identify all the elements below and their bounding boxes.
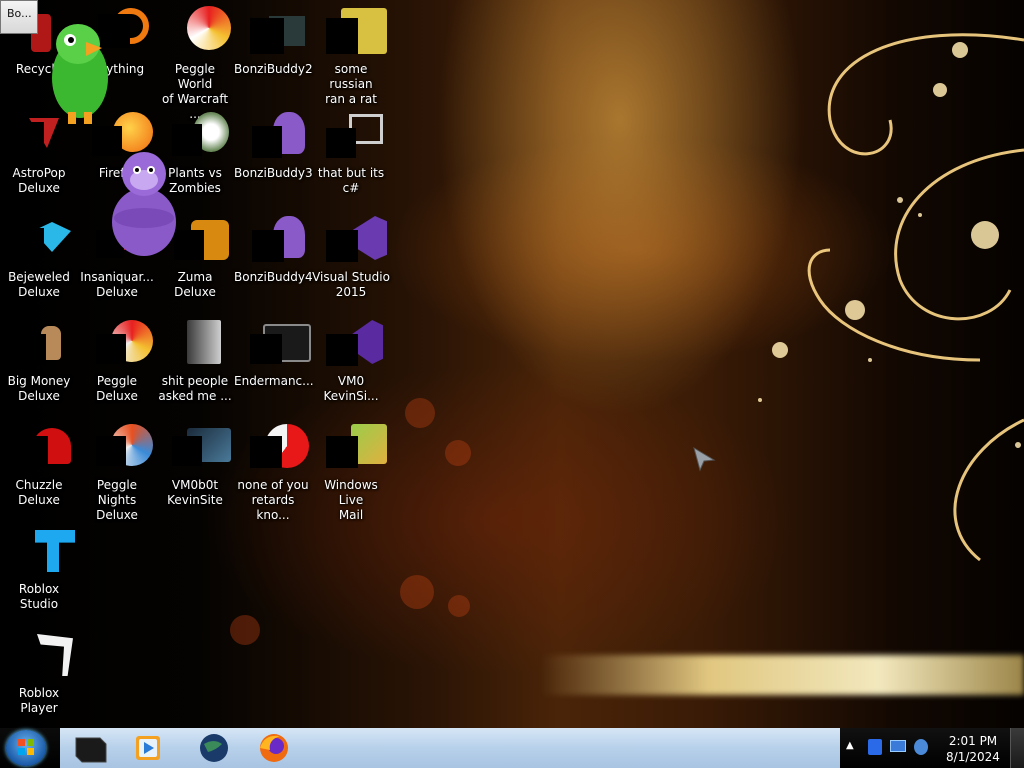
bokeh-light [405,398,435,428]
desktop-icon-roblox-player[interactable]: Roblox Player [0,630,78,728]
desktop-icon-bonzibuddy3[interactable]: BonziBuddy3 [234,110,313,210]
redaction-block [14,122,44,152]
tray-network-icon[interactable] [914,739,928,755]
desktop-background[interactable]: Recycle AstroPop Deluxe Bejeweled Deluxe… [0,0,1024,728]
folder-icon [187,320,221,364]
desktop-icon-vm0-kevinsite[interactable]: VM0 KevinSi... [312,318,390,418]
desktop-icon-peggle-world-of-warcraft[interactable]: Peggle World of Warcraft ... [156,6,234,121]
notification-label: Bo... [7,7,32,20]
bokeh-light [445,440,471,466]
tray-monitor-icon[interactable] [890,740,906,752]
redaction-block [18,334,46,364]
redaction-block [96,436,126,466]
taskbar-glass-strip [60,728,840,768]
bokeh-light [400,575,434,609]
redaction-block [252,126,282,158]
redaction-block [326,230,358,262]
taskbar-app-windows-media-player[interactable] [124,730,172,766]
start-button[interactable] [6,730,46,766]
redaction-block [326,436,358,468]
redaction-block [250,436,282,468]
roblox-studio-icon [35,530,75,572]
globe-icon [200,734,228,762]
tray-shield-icon[interactable] [868,739,882,755]
redaction-block [326,334,358,366]
windows-logo-icon [18,739,34,755]
taskbar-app-earth-globe[interactable] [190,730,238,766]
taskbar-clock[interactable]: 2:01 PM 8/1/2024 [940,733,1006,765]
taskbar-app-firefox[interactable] [250,730,298,766]
redaction-block [250,334,282,364]
peggle-wow-icon [187,6,231,50]
redaction-block [326,18,358,54]
bokeh-light [230,615,260,645]
desktop-icon-that-but-its-csharp[interactable]: that but its c# [312,110,390,210]
firefox-icon [260,734,288,762]
mouse-cursor [693,446,716,472]
wallpaper-light-beam [540,655,1024,695]
desktop-icon-visual-studio-2015[interactable]: Visual Studio 2015 [312,214,390,314]
redaction-block [18,228,44,258]
redaction-block [250,18,284,54]
desktop-icon-big-money-deluxe[interactable]: Big Money Deluxe [0,318,78,418]
redaction-block [252,230,284,262]
roblox-player-icon [37,634,73,676]
clock-date: 8/1/2024 [946,750,1000,764]
desktop-icon-roblox-studio[interactable]: Roblox Studio [0,526,78,626]
show-desktop-button[interactable] [1010,728,1024,768]
clock-time: 2:01 PM [948,734,998,748]
desktop-icon-peggle-deluxe[interactable]: Peggle Deluxe [78,318,156,418]
green-parrot-character[interactable] [40,16,120,126]
media-player-icon [136,736,160,760]
desktop-icon-bonzibuddy4[interactable]: BonziBuddy4 [234,214,313,314]
desktop-icon-endermanch[interactable]: Endermanc... [234,318,314,418]
bokeh-light [448,595,470,617]
bonzi-buddy-character[interactable] [100,148,186,260]
black-box-icon [75,737,107,763]
show-hidden-icons-arrow-icon[interactable]: ▲ [846,740,854,751]
desktop-icon-shit-people-asked-me[interactable]: shit people asked me ... [156,318,234,418]
taskbar-app-black-box[interactable] [66,730,114,766]
notification-popup[interactable]: Bo... [0,0,38,34]
redaction-block [16,436,48,466]
redaction-block [96,334,126,364]
redaction-block [172,436,202,466]
redaction-block [326,128,356,158]
